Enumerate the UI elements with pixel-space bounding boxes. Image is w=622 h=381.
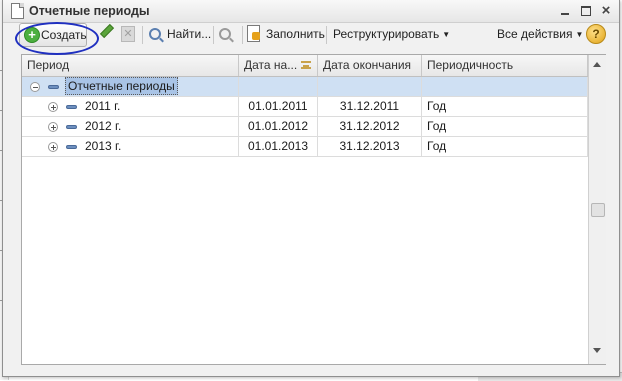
period-cell: 2013 г. [22,137,239,156]
column-header-periodicity[interactable]: Периодичность [422,55,588,76]
edit-button[interactable] [97,23,115,45]
start-date-cell: 01.01.2013 [239,137,318,156]
start-date-cell [239,77,318,96]
item-icon [66,145,77,149]
close-button[interactable]: × [598,3,614,19]
end-date-cell: 31.12.2012 [318,117,422,136]
period-label: 2013 г. [85,139,122,153]
chevron-down-icon: ▼ [575,30,584,39]
window-title: Отчетные периоды [29,4,150,18]
periodicity-cell: Год [422,137,588,156]
title-bar: Отчетные периоды × [3,0,619,23]
expand-icon[interactable] [48,122,58,132]
delete-icon: ✕ [121,26,135,42]
item-icon [66,105,77,109]
scroll-up-icon[interactable] [593,62,601,67]
cancel-search-button[interactable] [219,23,237,45]
end-date-cell: 31.12.2011 [318,97,422,116]
fill-label: Заполнить [266,27,325,41]
end-date-cell: 31.12.2013 [318,137,422,156]
all-actions-dropdown[interactable]: Все действия ▼ [497,23,583,45]
all-actions-label: Все действия [497,27,573,41]
root-label: Отчетные периоды [65,77,178,95]
item-icon [66,125,77,129]
period-label: 2012 г. [85,119,122,133]
collapse-icon[interactable] [30,82,40,92]
column-header-start-date-label: Дата на... [244,58,298,72]
periodicity-cell: Год [422,117,588,136]
start-date-cell: 01.01.2011 [239,97,318,116]
period-cell: 2011 г. [22,97,239,116]
create-label: Создать [41,28,87,42]
document-icon [11,3,24,19]
periodicity-cell: Год [422,97,588,116]
minimize-button[interactable] [557,3,573,19]
pencil-icon [99,23,115,39]
expand-icon[interactable] [48,142,58,152]
scroll-down-icon[interactable] [593,348,601,353]
vertical-scrollbar[interactable] [588,55,606,364]
table-row-root[interactable]: Отчетные периоды [22,77,588,97]
toolbar-separator [142,26,143,44]
scrollbar-thumb[interactable] [591,203,605,217]
magnifier-icon [149,28,161,40]
restructure-label: Реструктурировать [333,27,440,41]
toolbar-separator [242,26,243,44]
period-label: 2011 г. [85,99,121,113]
toolbar-separator [213,26,214,44]
table-row[interactable]: 2011 г. 01.01.2011 31.12.2011 Год [22,97,588,117]
create-button[interactable]: + Создать [19,23,87,47]
start-date-cell: 01.01.2012 [239,117,318,136]
table-header: Период Дата на... Дата окончания Периоди… [22,55,588,77]
maximize-button[interactable] [578,3,594,19]
sort-ascending-icon [301,61,311,69]
column-header-period[interactable]: Период [22,55,239,76]
fill-document-icon [247,25,260,42]
expand-icon[interactable] [48,102,58,112]
table-row[interactable]: 2013 г. 01.01.2013 31.12.2013 Год [22,137,588,157]
column-header-end-date[interactable]: Дата окончания [318,55,422,76]
period-cell: Отчетные периоды [22,77,239,96]
delete-button[interactable]: ✕ [120,23,136,45]
restructure-dropdown[interactable]: Реструктурировать ▼ [333,23,450,45]
find-label: Найти... [167,27,212,41]
periodicity-cell [422,77,588,96]
toolbar-separator [326,26,327,44]
period-cell: 2012 г. [22,117,239,136]
cancel-search-icon [219,28,231,40]
chevron-down-icon: ▼ [442,30,451,39]
periods-table: Период Дата на... Дата окончания Периоди… [21,54,606,365]
reporting-periods-window: Отчетные периоды × + Создать ✕ Найти... … [2,0,620,377]
help-button[interactable]: ? [586,24,606,44]
add-circle-icon: + [24,27,40,43]
table-row[interactable]: 2012 г. 01.01.2012 31.12.2012 Год [22,117,588,137]
group-icon [48,85,59,89]
toolbar: + Создать ✕ Найти... Заполнить Реструкту… [3,23,619,49]
column-header-start-date[interactable]: Дата на... [239,55,318,76]
end-date-cell [318,77,422,96]
